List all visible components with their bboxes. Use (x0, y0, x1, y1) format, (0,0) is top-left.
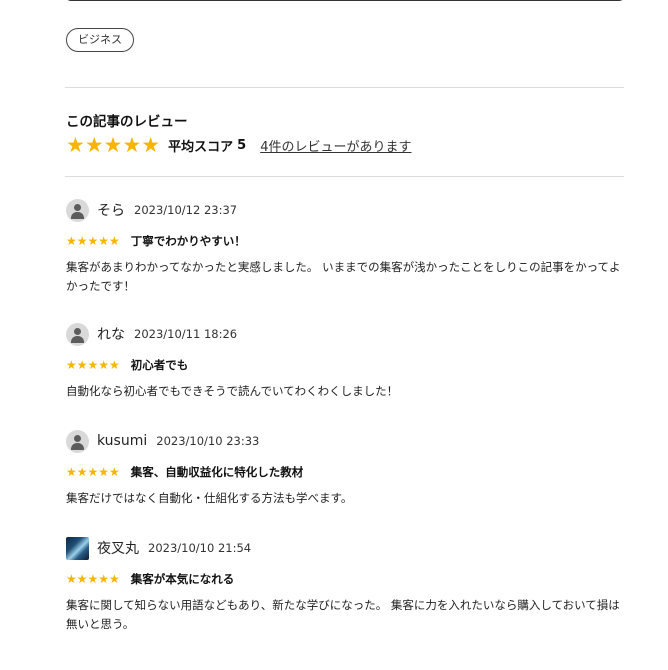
average-score-label: 平均スコア (168, 139, 234, 155)
star-rating-icon: ★★★★★ (66, 572, 120, 586)
tag-business[interactable]: ビジネス (66, 28, 134, 52)
review-body: 自動化なら初心者でもできそうで読んでいてわくわくしました！ (66, 384, 399, 398)
review-username: そら (97, 203, 125, 219)
rating-summary: ★★★★★ 平均スコア 5 4件のレビューがあります (66, 133, 411, 157)
review-title: 集客が本気になれる (130, 572, 235, 586)
review-item: そら 2023/10/12 23:37 ★★★★★ 丁寧でわかりやすい！ 集客が… (66, 197, 626, 296)
review-datetime: 2023/10/10 23:33 (156, 434, 260, 448)
review-title: 集客、自動収益化に特化した教材 (130, 465, 304, 479)
review-title: 初心者でも (130, 358, 189, 372)
review-rating: ★★★★★ 集客が本気になれる (66, 571, 626, 587)
review-username: れな (97, 327, 125, 343)
divider (65, 87, 624, 88)
star-rating-icon: ★★★★★ (66, 465, 120, 479)
person-icon (66, 429, 89, 453)
review-item: 夜叉丸 2023/10/10 21:54 ★★★★★ 集客が本気になれる 集客に… (66, 535, 626, 634)
review-count-link[interactable]: 4件のレビューがあります (260, 136, 411, 155)
review-datetime: 2023/10/12 23:37 (134, 203, 238, 217)
review-body: 集客があまりわかってなかったと実感しました。 いままでの集客が浅かったことをしり… (66, 260, 621, 293)
review-item: れな 2023/10/11 18:26 ★★★★★ 初心者でも 自動化なら初心者… (66, 321, 626, 401)
divider (65, 176, 624, 177)
star-rating-icon: ★★★★★ (66, 358, 120, 372)
user-photo-avatar (66, 536, 89, 560)
content-box-bottom-edge (65, 0, 625, 1)
review-username: 夜叉丸 (97, 541, 139, 557)
person-icon (66, 322, 89, 346)
review-header: kusumi 2023/10/10 23:33 (66, 428, 626, 454)
review-header: れな 2023/10/11 18:26 (66, 321, 626, 347)
review-header: そら 2023/10/12 23:37 (66, 197, 626, 223)
review-username: kusumi (97, 433, 148, 449)
person-icon (66, 198, 89, 222)
review-header: 夜叉丸 2023/10/10 21:54 (66, 535, 626, 561)
average-score-value: 5 (237, 137, 247, 153)
review-datetime: 2023/10/11 18:26 (134, 327, 238, 341)
review-datetime: 2023/10/10 21:54 (148, 541, 252, 555)
average-rating-stars: ★★★★★ (66, 132, 161, 157)
review-title: 丁寧でわかりやすい！ (130, 234, 246, 248)
review-body: 集客に関して知らない用語などもあり、新たな学びになった。 集客に力を入れたいなら… (66, 598, 620, 631)
review-item: kusumi 2023/10/10 23:33 ★★★★★ 集客、自動収益化に特… (66, 428, 626, 508)
review-rating: ★★★★★ 丁寧でわかりやすい！ (66, 233, 626, 249)
reviews-section-title: この記事のレビュー (66, 114, 188, 130)
review-body: 集客だけではなく自動化・仕組化する方法も学べます。 (66, 491, 353, 505)
star-rating-icon: ★★★★★ (66, 234, 120, 248)
review-rating: ★★★★★ 初心者でも (66, 357, 626, 373)
review-rating: ★★★★★ 集客、自動収益化に特化した教材 (66, 464, 626, 480)
